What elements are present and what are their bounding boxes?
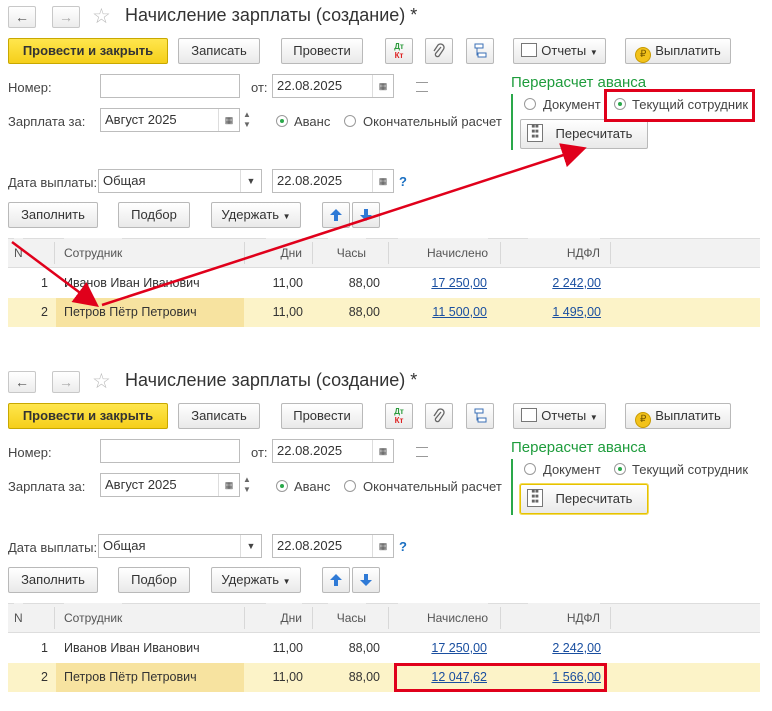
annotation-arrow-to-recalc: [101, 143, 587, 307]
annotation-arrows: [11, 143, 587, 307]
annotation-arrow-to-row: [11, 240, 100, 307]
